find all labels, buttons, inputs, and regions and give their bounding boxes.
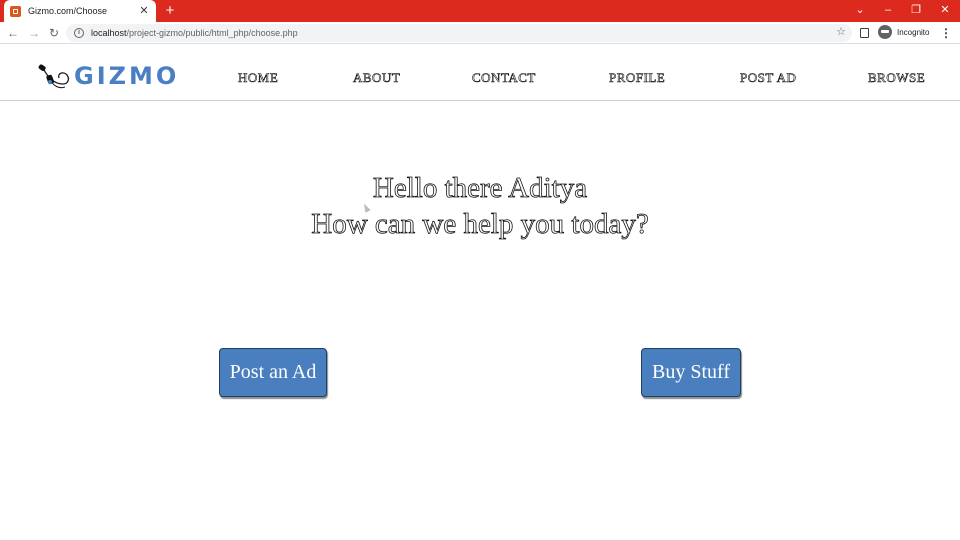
new-tab-button[interactable]: + — [162, 2, 178, 20]
side-panel-icon[interactable] — [860, 28, 869, 38]
incognito-label: Incognito — [897, 27, 930, 37]
tab-search-icon[interactable]: ⌄ — [850, 2, 870, 18]
nav-about[interactable]: ABOUT — [353, 70, 400, 86]
incognito-profile-button[interactable]: Incognito — [878, 25, 929, 39]
close-window-button[interactable]: ✕ — [935, 2, 955, 18]
browser-tab[interactable]: Gizmo.com/Choose ✕ — [4, 0, 156, 22]
incognito-icon — [878, 25, 892, 39]
post-ad-button[interactable]: Post an Ad — [219, 348, 327, 397]
tab-title: Gizmo.com/Choose — [28, 6, 108, 16]
url-host: localhost — [91, 28, 127, 38]
buy-stuff-button[interactable]: Buy Stuff — [641, 348, 741, 397]
minimize-window-button[interactable]: – — [878, 2, 898, 18]
site-logo[interactable]: GIZMO — [37, 62, 179, 90]
earphones-logo-icon — [38, 64, 70, 89]
url-text[interactable]: localhost/project-gizmo/public/html_php/… — [91, 28, 298, 38]
menu-kebab-icon[interactable]: ⋮ — [940, 25, 952, 41]
greeting-line-2: How can we help you today? — [311, 208, 649, 241]
greeting-heading: Hello there Aditya How can we help you t… — [0, 170, 960, 242]
greeting-line-1: Hello there Aditya — [372, 172, 588, 205]
nav-contact[interactable]: CONTACT — [472, 70, 536, 86]
nav-home[interactable]: HOME — [238, 70, 278, 86]
nav-profile[interactable]: PROFILE — [609, 70, 665, 86]
bookmark-star-icon[interactable]: ☆ — [836, 25, 846, 38]
back-arrow-icon[interactable]: ← — [5, 25, 21, 41]
browser-tab-strip: Gizmo.com/Choose ✕ + ⌄ – ❐ ✕ — [0, 0, 960, 22]
site-header: GIZMO HOME ABOUT CONTACT PROFILE POST AD… — [0, 44, 960, 101]
forward-arrow-icon[interactable]: → — [26, 25, 42, 41]
logo-wordmark: GIZMO — [74, 62, 180, 90]
browser-toolbar: ← → ↻ i localhost/project-gizmo/public/h… — [0, 22, 960, 44]
tab-close-icon[interactable]: ✕ — [138, 5, 150, 17]
nav-browse[interactable]: BROWSE — [868, 70, 925, 86]
url-path: /project-gizmo/public/html_php/choose.ph… — [126, 28, 298, 38]
address-bar[interactable]: i localhost/project-gizmo/public/html_ph… — [66, 24, 852, 42]
restore-window-button[interactable]: ❐ — [906, 2, 926, 18]
favicon-icon — [10, 5, 21, 17]
nav-post-ad[interactable]: POST AD — [740, 70, 796, 86]
info-icon[interactable]: i — [74, 28, 84, 38]
reload-icon[interactable]: ↻ — [46, 25, 62, 41]
